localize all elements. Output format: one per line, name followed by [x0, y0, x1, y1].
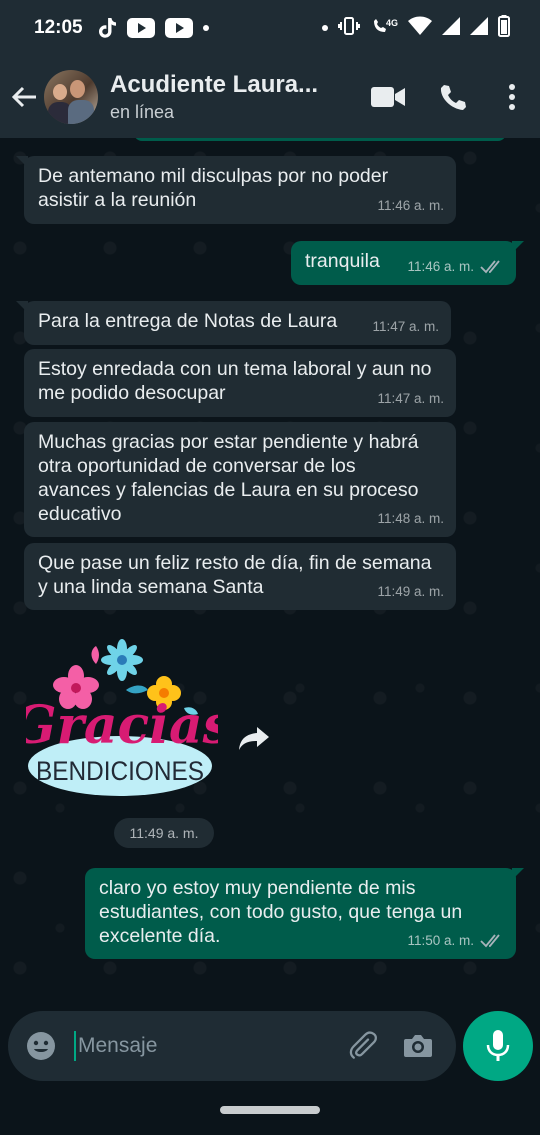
message-input[interactable] [78, 1034, 332, 1058]
blue-flower-icon [101, 639, 143, 681]
network-type-label: 4G [385, 18, 398, 28]
message-bubble-incoming[interactable]: Muchas gracias por estar pendiente y hab… [24, 422, 456, 537]
attach-button[interactable] [342, 1024, 386, 1068]
tiktok-icon [97, 17, 117, 39]
battery-icon [498, 14, 510, 42]
message-input-container [8, 1011, 456, 1081]
sticker-gracias-bendiciones[interactable]: Gracias BENDICIONES [12, 638, 232, 803]
composer [0, 1005, 540, 1095]
message-time: 11:50 a. m. [407, 933, 474, 948]
youtube-icon [164, 18, 193, 38]
more-options-button[interactable] [484, 67, 540, 127]
message-bubble-incoming[interactable]: De antemano mil disculpas por no poder a… [16, 156, 456, 224]
paperclip-icon [349, 1031, 377, 1059]
status-bar: 12:05 4G [0, 0, 540, 56]
text-cursor [74, 1031, 76, 1061]
camera-button[interactable] [396, 1024, 440, 1068]
voice-message-button[interactable] [463, 1011, 533, 1081]
signal-icon [470, 16, 488, 41]
forward-button[interactable] [236, 724, 272, 754]
message-time: 11:47 a. m. [377, 391, 444, 406]
signal-icon [442, 16, 460, 41]
double-check-icon [480, 934, 500, 948]
voice-call-button[interactable] [420, 67, 484, 127]
message-bubble-incoming[interactable]: Estoy enredada con un tema laboral y aun… [24, 349, 456, 417]
chat-header: Acudiente Laura... en línea [0, 56, 540, 138]
contact-name: Acudiente Laura... [110, 71, 319, 98]
camera-icon [404, 1035, 432, 1057]
notification-dot-icon [202, 25, 209, 31]
phone-icon [440, 85, 466, 110]
status-time: 12:05 [34, 17, 83, 38]
sticker-word-bottom: BENDICIONES [36, 756, 204, 786]
notification-dot-icon [321, 25, 328, 31]
back-arrow-icon [11, 86, 36, 108]
avatar[interactable] [44, 70, 98, 124]
emoji-button[interactable] [24, 1029, 58, 1063]
message-time: 11:49 a. m. [377, 584, 444, 599]
message-time: 11:46 a. m. [407, 259, 474, 274]
emoji-icon [27, 1032, 55, 1060]
contact-status: en línea [110, 102, 175, 122]
volte-4g-icon: 4G [370, 18, 398, 38]
message-list[interactable]: De antemano mil disculpas por no poder a… [0, 138, 540, 1005]
message-time: 11:46 a. m. [377, 198, 444, 213]
back-button[interactable] [2, 67, 46, 127]
message-bubble-outgoing[interactable]: claro yo estoy muy pendiente de mis estu… [85, 868, 524, 959]
sticker-time: 11:49 a. m. [114, 818, 214, 848]
youtube-icon [126, 18, 155, 38]
message-time: 11:48 a. m. [377, 511, 444, 526]
contact-info[interactable]: Acudiente Laura... en línea [110, 71, 356, 123]
home-indicator[interactable] [220, 1106, 320, 1114]
forward-arrow-icon [239, 727, 269, 750]
double-check-icon [480, 260, 500, 274]
previous-message-edge [134, 138, 506, 141]
kebab-menu-icon [509, 84, 515, 110]
message-bubble-incoming[interactable]: Para la entrega de Notas de Laura 11:47 … [16, 301, 451, 345]
system-navigation-bar [0, 1095, 540, 1135]
video-call-button[interactable] [356, 67, 420, 127]
message-bubble-outgoing[interactable]: tranquila 11:46 a. m. [291, 241, 524, 285]
wifi-icon [408, 16, 432, 41]
sticker-word-top: Gracias [26, 695, 218, 756]
message-bubble-incoming[interactable]: Que pase un feliz resto de día, fin de s… [24, 543, 456, 610]
vibrate-icon [337, 16, 360, 41]
microphone-icon [486, 1030, 510, 1061]
video-camera-icon [371, 87, 405, 107]
message-time: 11:47 a. m. [372, 319, 439, 334]
